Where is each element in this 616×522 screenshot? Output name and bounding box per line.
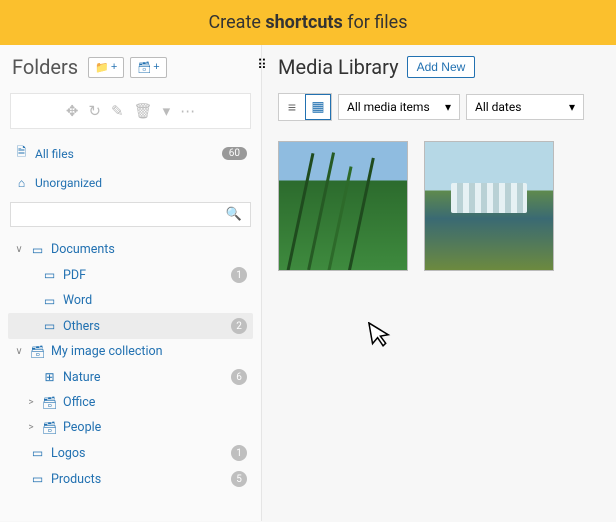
banner-bold: shortcuts — [265, 12, 342, 33]
count-badge: 5 — [231, 471, 247, 487]
sidebar-title: Folders — [12, 55, 78, 79]
folder-tree: ∨ ▭ Documents ▭ PDF 1 ▭ Word ▭ Others 2 ∨ 🗃 My image … — [0, 235, 261, 521]
count-badge: 2 — [231, 318, 247, 334]
folder-icon: ▭ — [30, 472, 45, 486]
tree-item[interactable]: > 🗃 Office — [8, 390, 253, 415]
tree-item[interactable]: ∨ 🗃 My image collection — [8, 339, 253, 364]
media-library-title: Media Library — [278, 55, 399, 79]
tree-item[interactable]: ▭ Logos 1 — [8, 440, 253, 466]
folder-icon: ▭ — [30, 446, 45, 460]
pin-all-files[interactable]: 🗎 All files 60 — [0, 137, 261, 170]
folder-search-input[interactable] — [19, 208, 226, 222]
folder-search[interactable]: 🔍 — [10, 202, 251, 227]
chevron-down-icon[interactable]: ▾ — [163, 102, 171, 120]
dates-select[interactable]: All dates ▾ — [466, 94, 584, 120]
pin-unorganized[interactable]: ⌂ Unorganized — [0, 170, 261, 196]
pin-label: All files — [35, 147, 74, 161]
grid-view-button[interactable]: ▦ — [305, 94, 331, 120]
banner-pre: Create — [208, 12, 265, 33]
folder-icon: ▭ — [30, 243, 45, 257]
count-badge: 1 — [231, 445, 247, 461]
tree-item-label: Office — [63, 395, 95, 410]
grid-icon: ⊞ — [42, 370, 57, 384]
collection-icon: 🗃 — [42, 421, 57, 435]
splitter-handle[interactable]: ⠿ — [253, 51, 271, 79]
thumbnail-waterfall[interactable] — [424, 141, 554, 271]
sidebar-header: Folders 📁+ 🗃+ — [0, 45, 261, 87]
new-folder-button[interactable]: 📁+ — [88, 57, 124, 78]
edit-icon[interactable]: ✎ — [111, 102, 124, 120]
expander-icon[interactable]: > — [26, 397, 36, 408]
tree-item-label: PDF — [63, 268, 86, 283]
select-label: All media items — [347, 100, 430, 114]
thumbnail-grass[interactable] — [278, 141, 408, 271]
tree-item[interactable]: ∨ ▭ Documents — [8, 237, 253, 262]
view-toggle: ≡ ▦ — [278, 93, 332, 121]
tree-item-label: People — [63, 420, 101, 435]
banner: Create shortcuts for files — [0, 0, 616, 45]
collection-icon: 🗃 — [30, 345, 45, 359]
folder-icon: 📁 — [95, 61, 109, 74]
count-badge: 60 — [222, 147, 247, 160]
tree-item[interactable]: ▭ PDF 1 — [8, 262, 253, 288]
banner-post: for files — [343, 12, 408, 33]
grip-icon: ⠿ — [257, 58, 267, 73]
filter-bar: ≡ ▦ All media items ▾ All dates ▾ — [278, 93, 600, 121]
main-header: Media Library Add New — [278, 55, 600, 79]
chevron-down-icon: ▾ — [569, 100, 575, 114]
new-collection-button[interactable]: 🗃+ — [130, 57, 166, 78]
tree-item-label: Documents — [51, 242, 115, 257]
folder-icon: ▭ — [42, 319, 57, 333]
tree-item-label: Word — [63, 293, 92, 308]
expander-icon[interactable]: ∨ — [14, 346, 24, 357]
media-type-select[interactable]: All media items ▾ — [338, 94, 460, 120]
folder-toolbar: ✥ ↻ ✎ 🗑 ▾ ⋯ — [10, 93, 251, 129]
refresh-icon[interactable]: ↻ — [88, 102, 101, 120]
tree-item-label: Products — [51, 472, 101, 487]
tree-item-label: Nature — [63, 370, 100, 385]
add-new-button[interactable]: Add New — [407, 56, 476, 78]
tree-item[interactable]: ▭ Word — [8, 288, 253, 313]
expander-icon[interactable]: ∨ — [14, 244, 24, 255]
main-panel: Media Library Add New ≡ ▦ All media item… — [262, 45, 616, 521]
expander-icon[interactable]: > — [26, 422, 36, 433]
folders-sidebar: ⠿ Folders 📁+ 🗃+ ✥ ↻ ✎ 🗑 ▾ ⋯ 🗎 All files … — [0, 45, 262, 521]
more-icon[interactable]: ⋯ — [180, 102, 195, 120]
tree-item-label: Others — [63, 319, 100, 334]
folder-icon: ▭ — [42, 268, 57, 282]
grid-icon: ▦ — [311, 99, 324, 115]
chevron-down-icon: ▾ — [445, 100, 451, 114]
tree-item[interactable]: > 🗃 People — [8, 415, 253, 440]
plus-icon: + — [111, 61, 117, 73]
pin-label: Unorganized — [35, 176, 102, 190]
plus-icon: + — [153, 61, 159, 73]
thumbnail-grid — [278, 141, 600, 271]
collection-icon: 🗃 — [137, 61, 151, 74]
list-view-button[interactable]: ≡ — [279, 94, 305, 120]
layout: ⠿ Folders 📁+ 🗃+ ✥ ↻ ✎ 🗑 ▾ ⋯ 🗎 All files … — [0, 45, 616, 521]
trash-icon[interactable]: 🗑 — [134, 102, 153, 120]
tree-item[interactable]: ▭ Others 2 — [8, 313, 253, 339]
tree-item[interactable]: ▭ Products 5 — [8, 466, 253, 492]
move-icon[interactable]: ✥ — [66, 102, 79, 120]
folder-icon: ▭ — [42, 294, 57, 308]
tree-item-label: My image collection — [51, 344, 163, 359]
tree-item-label: Logos — [51, 446, 85, 461]
file-icon: 🗎 — [14, 143, 29, 164]
home-icon: ⌂ — [14, 176, 29, 190]
search-icon: 🔍 — [226, 207, 242, 222]
collection-icon: 🗃 — [42, 396, 57, 410]
list-icon: ≡ — [288, 99, 296, 116]
select-label: All dates — [475, 100, 521, 114]
tree-item[interactable]: ⊞ Nature 6 — [8, 364, 253, 390]
count-badge: 1 — [231, 267, 247, 283]
count-badge: 6 — [231, 369, 247, 385]
